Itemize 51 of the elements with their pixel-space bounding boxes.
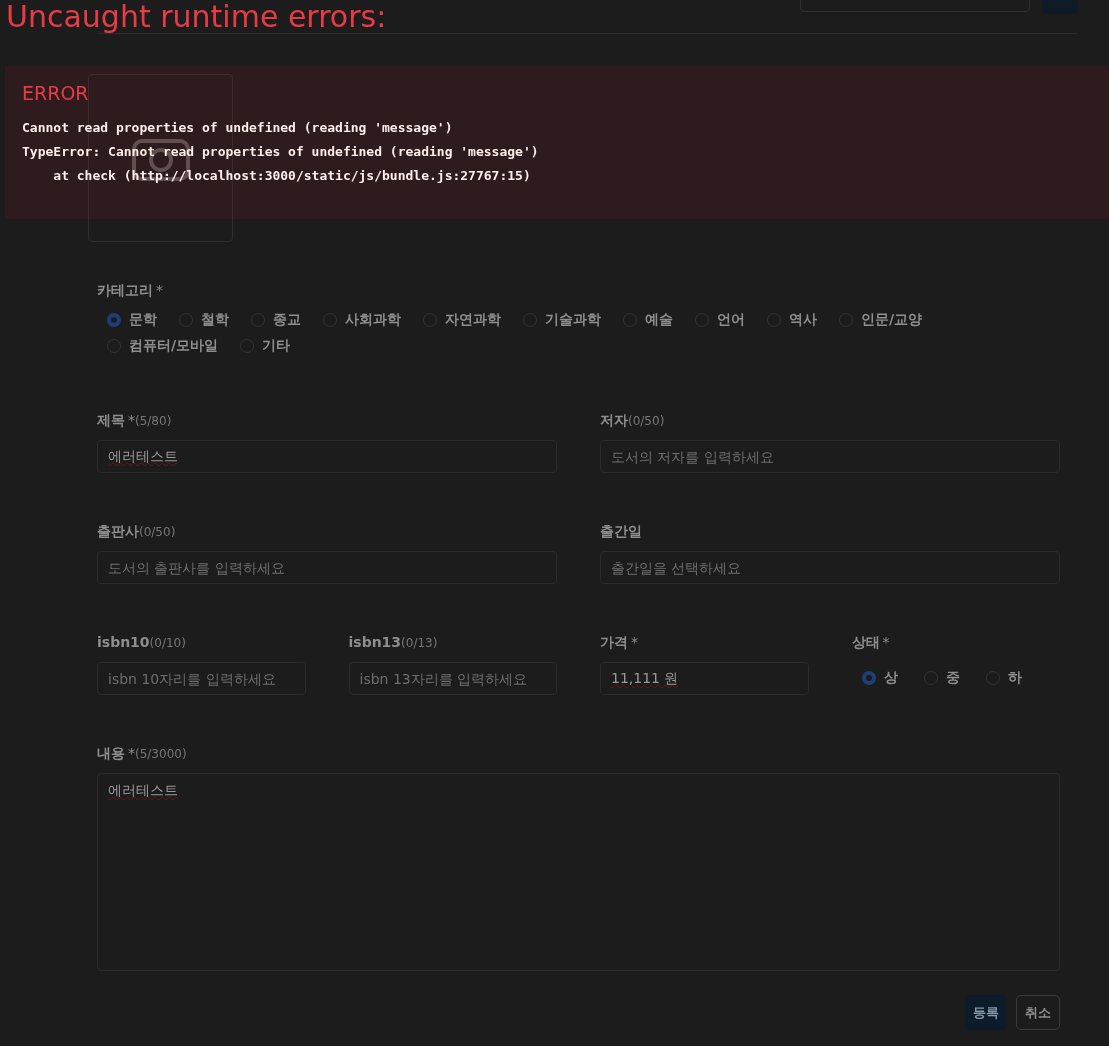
field-label: 출간일: [600, 523, 642, 541]
field-label: 출판사: [97, 523, 139, 541]
input-field[interactable]: isbn 10자리를 입력하세요: [97, 662, 306, 695]
field-label: 내용: [97, 745, 125, 763]
field-label: 가격: [600, 634, 628, 652]
category-radio[interactable]: 종교: [251, 310, 301, 330]
category-radio[interactable]: 철학: [179, 310, 229, 330]
character-counter: (0/13): [401, 636, 438, 650]
category-radio[interactable]: 자연과학: [423, 310, 501, 330]
textarea-field[interactable]: 에러테스트: [97, 773, 1060, 971]
status-radio[interactable]: 하: [985, 668, 1022, 688]
error-title: Uncaught runtime errors:: [6, 0, 387, 34]
field-label: 상태: [851, 634, 880, 652]
required-mark: *: [156, 282, 163, 298]
input-field[interactable]: 에러테스트: [97, 440, 557, 473]
required-mark: *: [882, 634, 890, 650]
input-field[interactable]: 11,111 원: [600, 662, 809, 695]
error-label: ERROR: [22, 82, 90, 104]
submit-button[interactable]: 등록: [965, 995, 1007, 1030]
input-field[interactable]: 도서의 저자를 입력하세요: [600, 440, 1060, 473]
error-message: Cannot read properties of undefined (reading 'message'): [22, 119, 454, 137]
character-counter: (0/10): [149, 636, 186, 650]
input-field[interactable]: 출간일을 선택하세요: [600, 551, 1060, 584]
category-radio[interactable]: 문학: [107, 310, 157, 330]
required-mark: *: [128, 412, 135, 428]
status-radio[interactable]: 상: [861, 668, 898, 688]
required-mark: *: [128, 745, 135, 761]
status-radio[interactable]: 중: [923, 668, 960, 688]
field-label: isbn13: [348, 634, 402, 650]
category-radio[interactable]: 예술: [623, 310, 673, 330]
character-counter: (0/50): [628, 414, 665, 428]
required-mark: *: [631, 634, 638, 650]
cancel-button[interactable]: 취소: [1016, 995, 1060, 1030]
field-label: isbn10: [97, 634, 150, 650]
category-radio[interactable]: 인문/교양: [839, 310, 923, 330]
input-field[interactable]: 도서의 출판사를 입력하세요: [97, 551, 557, 584]
category-radio[interactable]: 컴퓨터/모바일: [107, 336, 219, 356]
input-field[interactable]: isbn 13자리를 입력하세요: [348, 662, 557, 695]
field-label: 카테고리: [97, 282, 153, 300]
field-label: 저자: [600, 412, 628, 430]
category-radio[interactable]: 기술과학: [523, 310, 601, 330]
character-counter: (0/50): [139, 525, 176, 539]
category-radio[interactable]: 언어: [695, 310, 745, 330]
field-label: 제목: [97, 412, 125, 430]
error-message: at check (http://localhost:3000/static/js/bundle.js:27767:15): [52, 167, 532, 185]
category-radio[interactable]: 사회과학: [323, 310, 401, 330]
character-counter: (5/3000): [135, 747, 187, 761]
category-radio[interactable]: 역사: [767, 310, 817, 330]
category-radio[interactable]: 기타: [240, 336, 291, 356]
character-counter: (5/80): [135, 414, 172, 428]
error-message: TypeError: Cannot read properties of undefined (reading 'message'): [22, 143, 540, 161]
